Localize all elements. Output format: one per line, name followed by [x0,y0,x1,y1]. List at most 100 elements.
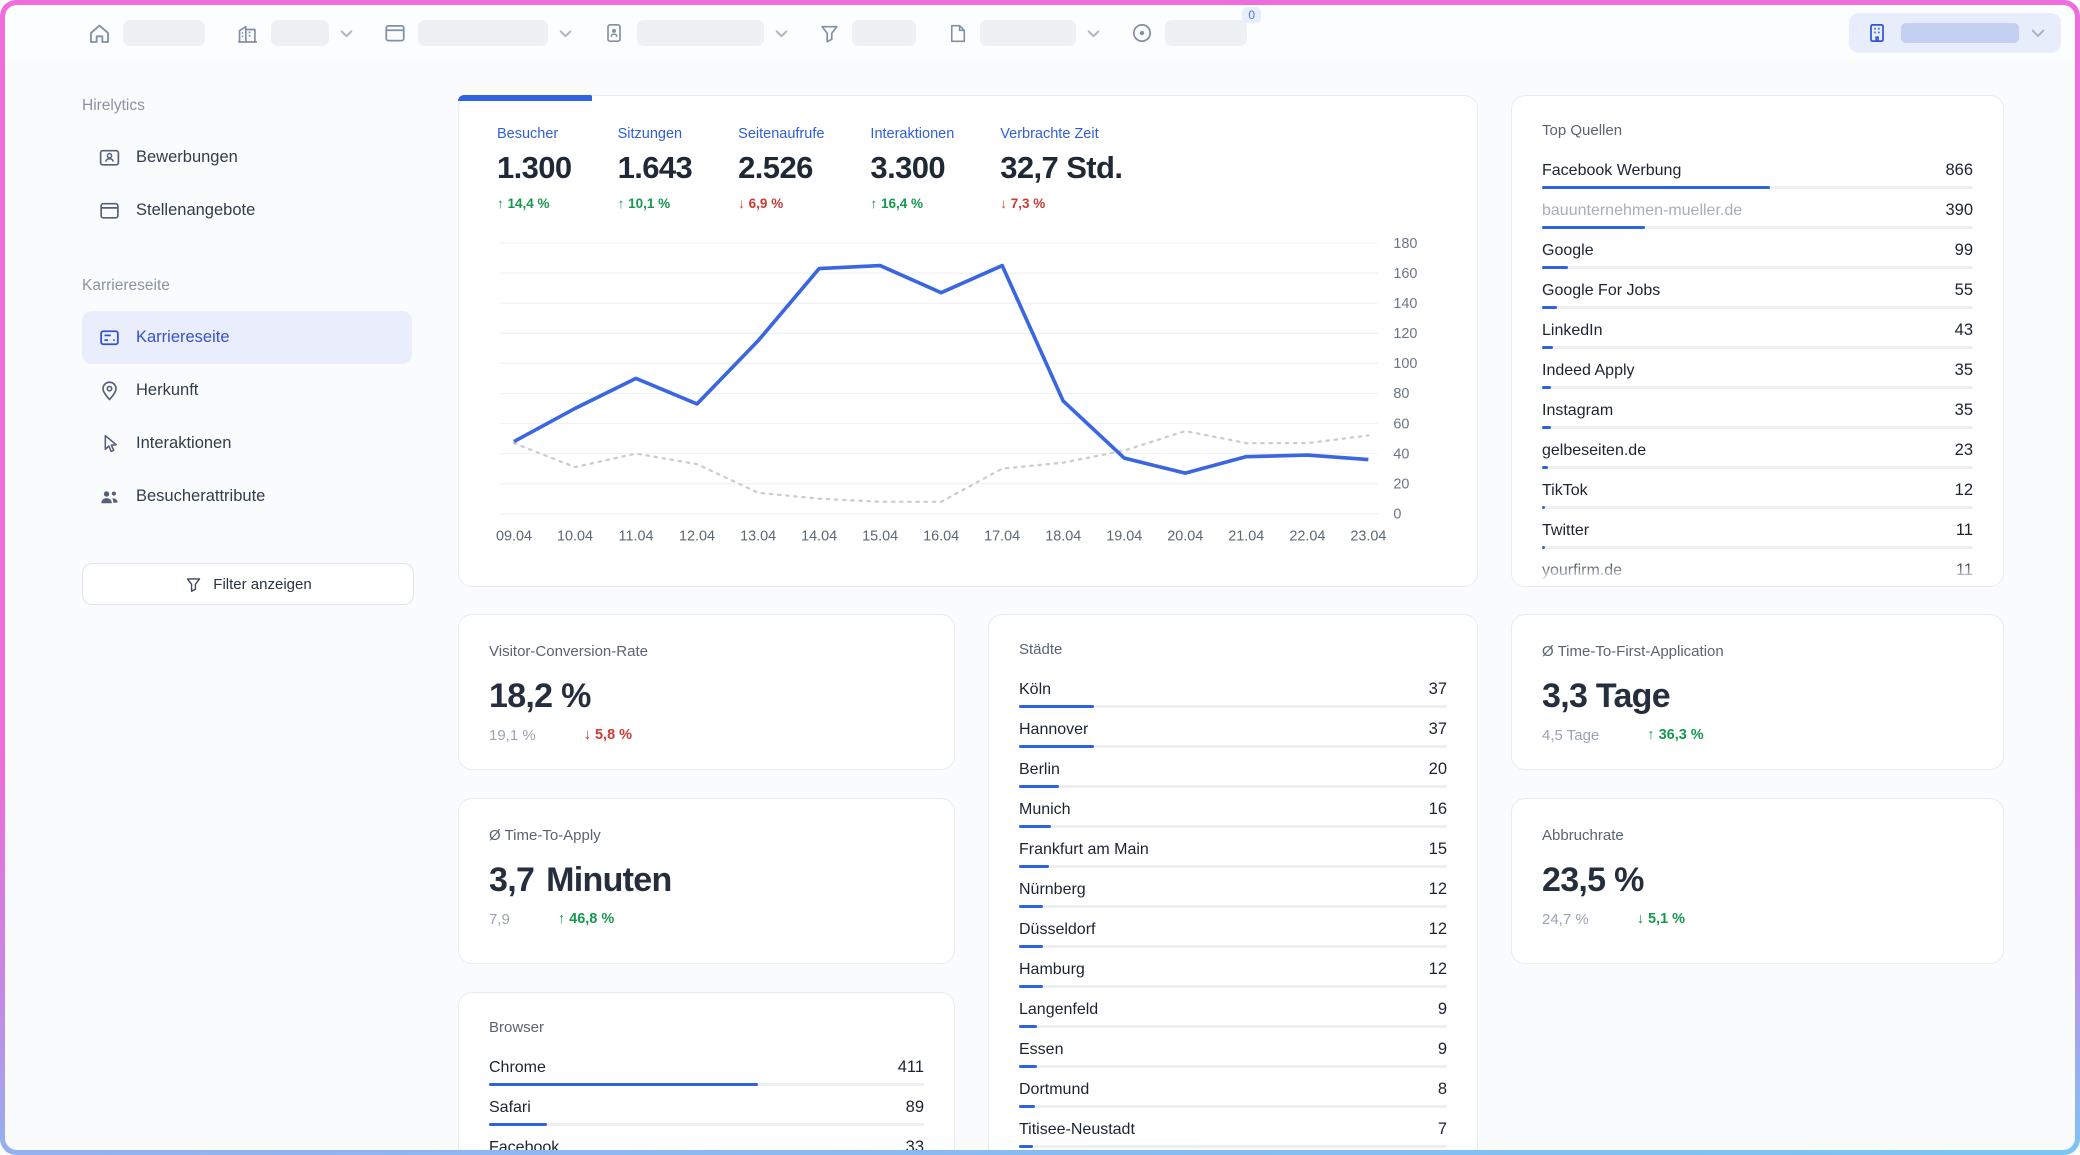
source-label: yourfirm.de [1542,562,1622,580]
city-row: Essen 9 [1019,1040,1447,1068]
sidebar-item-besucherattribute[interactable]: Besucherattribute [82,470,412,523]
nav-report-placeholder [980,20,1076,46]
id-card-icon [98,146,121,169]
city-bar-fill [1019,945,1043,948]
svg-text:21.04: 21.04 [1228,529,1264,545]
source-bar-track [1542,466,1973,469]
nav-page-placeholder [418,20,548,46]
stat-tab[interactable]: Seitenaufrufe 2.526 ↓ 6,9 % [738,126,824,211]
source-label: Twitter [1542,522,1589,540]
kpi-value: 18,2 % [489,677,924,716]
svg-text:160: 160 [1393,266,1417,282]
sidebar-section-title: Hirelytics [82,97,385,115]
show-filters-button[interactable]: Filter anzeigen [82,563,414,605]
svg-text:13.04: 13.04 [740,529,776,545]
sidebar: Hirelytics Bewerbungen Stellenangebote K… [5,61,385,1150]
sidebar-item-label: Karriereseite [136,328,230,347]
source-bar-fill [1542,546,1545,549]
source-bar-fill [1542,226,1645,229]
card-title: Abbruchrate [1542,827,1973,844]
sidebar-item-interaktionen[interactable]: Interaktionen [82,417,412,470]
svg-text:20: 20 [1393,476,1409,492]
sidebar-item-herkunft[interactable]: Herkunft [82,364,412,417]
kpi-delta: ↑ 46,8 % [558,911,614,928]
nav-home-group[interactable] [87,20,205,46]
chart-stats-row: Besucher 1.300 ↑ 14,4 % Sitzungen 1.643 … [489,126,1449,211]
source-bar-track [1542,506,1973,509]
cities-card: Städte Köln37 Hannover37 Berlin20 [988,614,1478,1150]
trend-down-icon: ↓ [1637,911,1644,927]
sidebar-item-karriereseite[interactable]: Karriereseite [82,311,412,364]
nav-company-select[interactable] [235,20,353,46]
city-label: Hannover [1019,721,1088,739]
sidebar-item-stellenangebote[interactable]: Stellenangebote [82,184,412,237]
source-label: Google For Jobs [1542,282,1660,300]
city-label: Essen [1019,1041,1063,1059]
city-bar-fill [1019,865,1049,868]
source-value: 35 [1955,361,1973,380]
stat-tab[interactable]: Besucher 1.300 ↑ 14,4 % [497,126,572,211]
source-bar-fill [1542,186,1770,189]
nav-page-select[interactable] [383,20,572,46]
source-bar-track [1542,306,1973,309]
sidebar-item-bewerbungen[interactable]: Bewerbungen [82,131,412,184]
city-bar-fill [1019,1065,1037,1068]
nav-filter-group[interactable] [818,20,916,46]
city-value: 12 [1429,920,1447,939]
conversion-rate-card: Visitor-Conversion-Rate 18,2 % 19,1 % ↓ … [458,614,955,770]
visitors-line-chart: 02040608010012014016018009.0410.0411.041… [489,227,1449,554]
source-bar-track [1542,226,1973,229]
city-bar-fill [1019,1105,1035,1108]
kpi-previous-value: 4,5 Tage [1542,727,1599,744]
city-bar-fill [1019,985,1043,988]
source-bar-fill [1542,586,1545,587]
sidebar-item-label: Herkunft [136,381,198,400]
billboard-icon [98,326,121,349]
stat-tab[interactable]: Interaktionen 3.300 ↑ 16,4 % [870,126,954,211]
source-value: 11 [1956,521,1973,540]
city-value: 9 [1438,1040,1447,1059]
city-row: Titisee-Neustadt7 [1019,1120,1447,1148]
chevron-down-icon [559,29,572,38]
city-row: Köln37 [1019,680,1447,708]
source-row: Twitter 11 [1542,521,1973,549]
visitors-chart: 02040608010012014016018009.0410.0411.041… [489,227,1449,549]
sidebar-section-title: Karriereseite [82,277,385,295]
organization-switcher[interactable] [1849,13,2061,53]
svg-text:19.04: 19.04 [1106,529,1142,545]
city-row: Berlin20 [1019,760,1447,788]
stat-tab[interactable]: Sitzungen 1.643 ↑ 10,1 % [618,126,693,211]
source-bar-track [1542,586,1973,587]
svg-text:140: 140 [1393,296,1417,312]
funnel-icon [184,575,203,594]
source-bar-fill [1542,266,1568,269]
svg-text:0: 0 [1393,507,1401,523]
home-icon[interactable] [87,21,112,46]
source-bar-fill [1542,386,1551,389]
source-label: gelbeseiten.de [1542,442,1646,460]
nav-goals-group[interactable]: 0 [1130,20,1247,46]
browser-bar-track [489,1123,924,1126]
sidebar-item-label: Bewerbungen [136,148,238,167]
source-row: gelbeseiten.de23 [1542,441,1973,469]
kpi-delta: ↓ 5,8 % [584,727,632,744]
source-bar-track [1542,426,1973,429]
nav-profile-select[interactable] [602,20,788,46]
nav-report-select[interactable] [946,20,1100,46]
source-label: TikTok [1542,482,1588,500]
city-bar-track [1019,905,1447,908]
browser-label: Facebook [489,1139,559,1150]
source-row: Google For Jobs55 [1542,281,1973,309]
chevron-down-icon [2031,28,2045,38]
city-bar-fill [1019,825,1051,828]
source-row: Indeed Apply35 [1542,361,1973,389]
source-bar-track [1542,546,1973,549]
stat-tab[interactable]: Verbrachte Zeit 32,7 Std. ↓ 7,3 % [1000,126,1122,211]
source-row: yourfirm.de11 [1542,561,1973,587]
app-window: 0 Hirelytics Bewerbungen Stellenangebote [5,5,2075,1150]
source-label: bauunternehmen-mueller.de [1542,202,1742,220]
city-bar-track [1019,1065,1447,1068]
kpi-value: 23,5 % [1542,861,1973,900]
city-bar-fill [1019,905,1043,908]
source-value: 866 [1945,161,1973,180]
